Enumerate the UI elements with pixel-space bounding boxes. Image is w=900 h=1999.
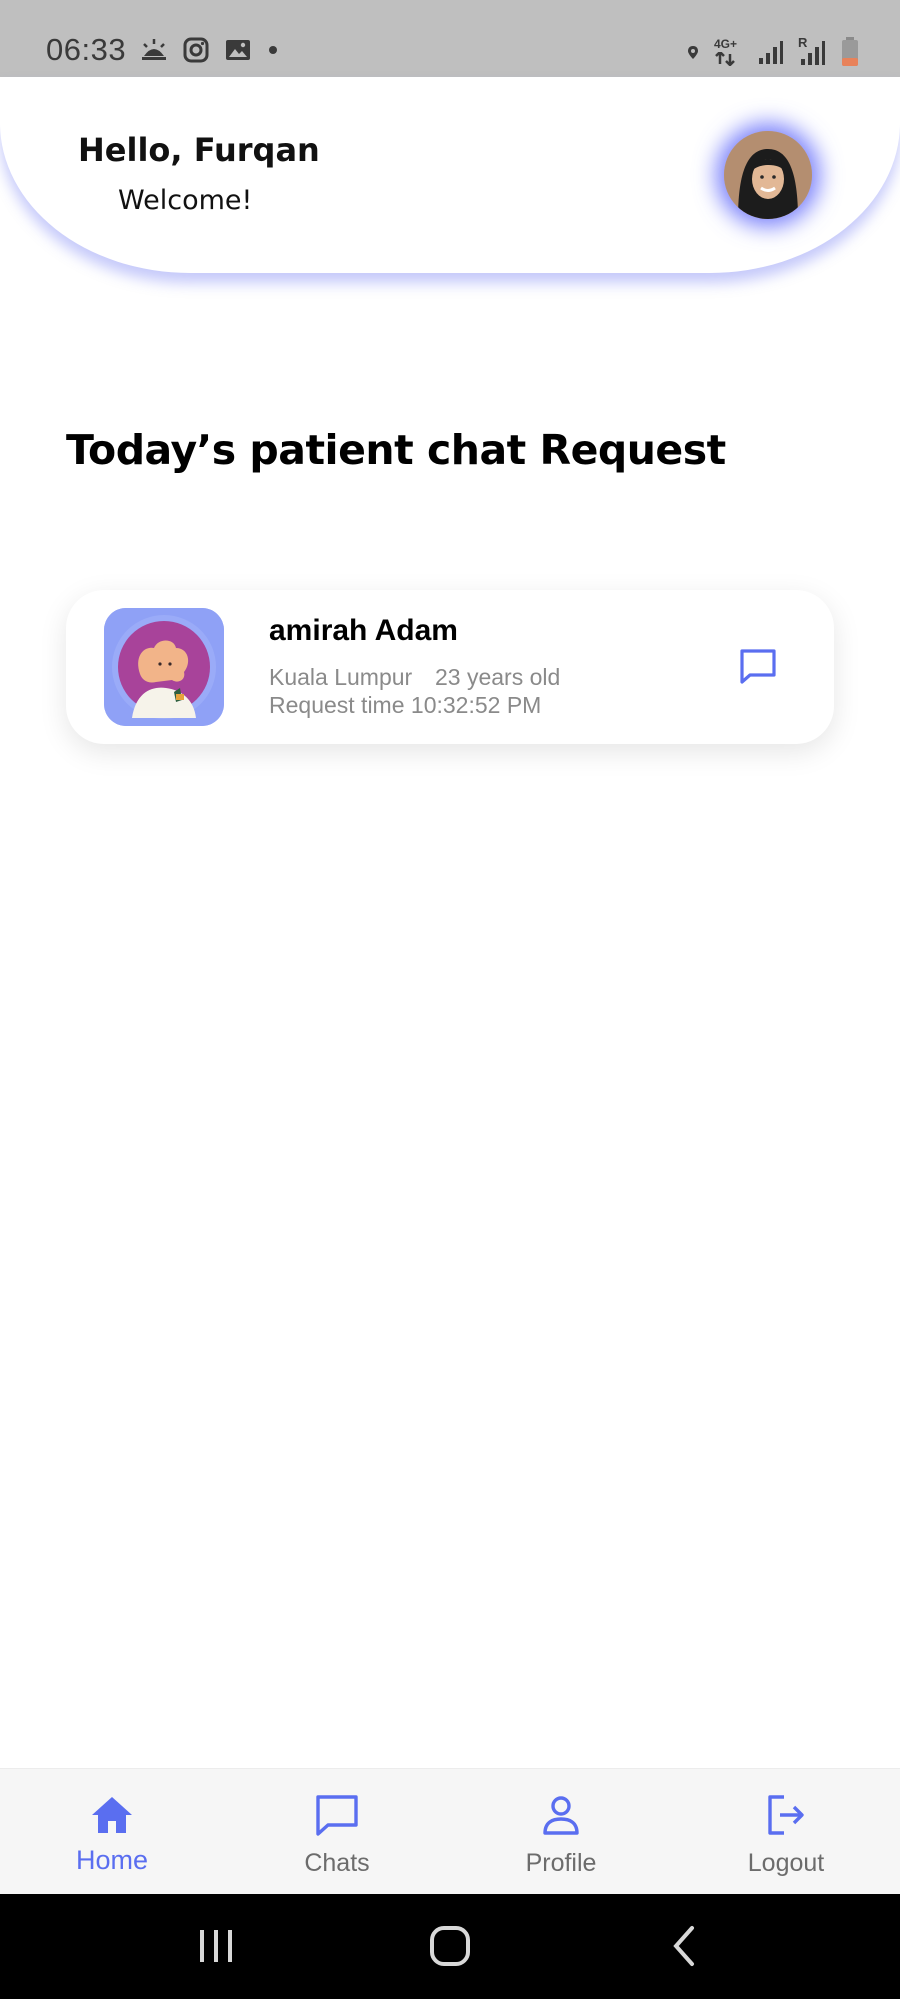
welcome-subtitle: Welcome! bbox=[118, 185, 253, 216]
user-avatar[interactable] bbox=[724, 131, 812, 219]
gallery-icon bbox=[226, 40, 250, 60]
signal-roaming-icon: R bbox=[798, 35, 826, 67]
home-icon bbox=[92, 1797, 132, 1833]
instagram-icon bbox=[183, 37, 209, 63]
chat-icon bbox=[316, 1795, 358, 1836]
nav-logout[interactable]: Logout bbox=[706, 1769, 866, 1895]
weather-sunrise-icon bbox=[142, 39, 166, 60]
nav-profile[interactable]: Profile bbox=[481, 1769, 641, 1895]
section-title: Today’s patient chat Request bbox=[66, 426, 726, 474]
patient-name: amirah Adam bbox=[269, 614, 458, 647]
patient-avatar bbox=[104, 608, 224, 726]
bottom-navigation: Home Chats Profile Logout bbox=[0, 1768, 900, 1894]
system-navigation-bar bbox=[0, 1894, 900, 1999]
header-card: Hello, Furqan Welcome! bbox=[0, 77, 900, 273]
greeting-title: Hello, Furqan bbox=[78, 131, 320, 169]
nav-logout-label: Logout bbox=[747, 1849, 825, 1877]
patient-location: Kuala Lumpur bbox=[269, 664, 413, 690]
nav-chats-label: Chats bbox=[304, 1849, 370, 1877]
logout-icon bbox=[768, 1795, 804, 1835]
app-screen: 06:33 4G+ R Hello, Furqan Welcome! Today… bbox=[0, 0, 900, 1999]
back-icon[interactable] bbox=[668, 1924, 700, 1968]
nav-home[interactable]: Home bbox=[32, 1769, 192, 1895]
nav-chats[interactable]: Chats bbox=[257, 1769, 417, 1895]
status-time: 06:33 bbox=[46, 32, 127, 67]
network-4g-icon: 4G+ bbox=[714, 37, 744, 67]
chat-icon[interactable] bbox=[738, 646, 778, 686]
request-time: Request time 10:32:52 PM bbox=[269, 692, 542, 718]
patient-request-card[interactable]: amirah Adam Kuala Lumpur 23 years old Re… bbox=[66, 590, 834, 744]
status-system-icons: 4G+ R bbox=[686, 35, 860, 68]
home-button-icon[interactable] bbox=[428, 1924, 472, 1968]
location-icon bbox=[688, 46, 698, 59]
signal-icon bbox=[759, 41, 783, 64]
person-icon bbox=[543, 1796, 579, 1835]
status-bar: 06:33 4G+ R bbox=[0, 0, 900, 77]
recent-apps-icon[interactable] bbox=[196, 1926, 236, 1966]
nav-profile-label: Profile bbox=[525, 1849, 597, 1877]
battery-icon bbox=[842, 37, 858, 66]
nav-home-label: Home bbox=[75, 1845, 149, 1875]
patient-age: 23 years old bbox=[435, 664, 561, 690]
dot-icon bbox=[269, 46, 277, 54]
status-notification-icons bbox=[140, 36, 280, 64]
network-4g-label: 4G+ bbox=[714, 37, 738, 51]
